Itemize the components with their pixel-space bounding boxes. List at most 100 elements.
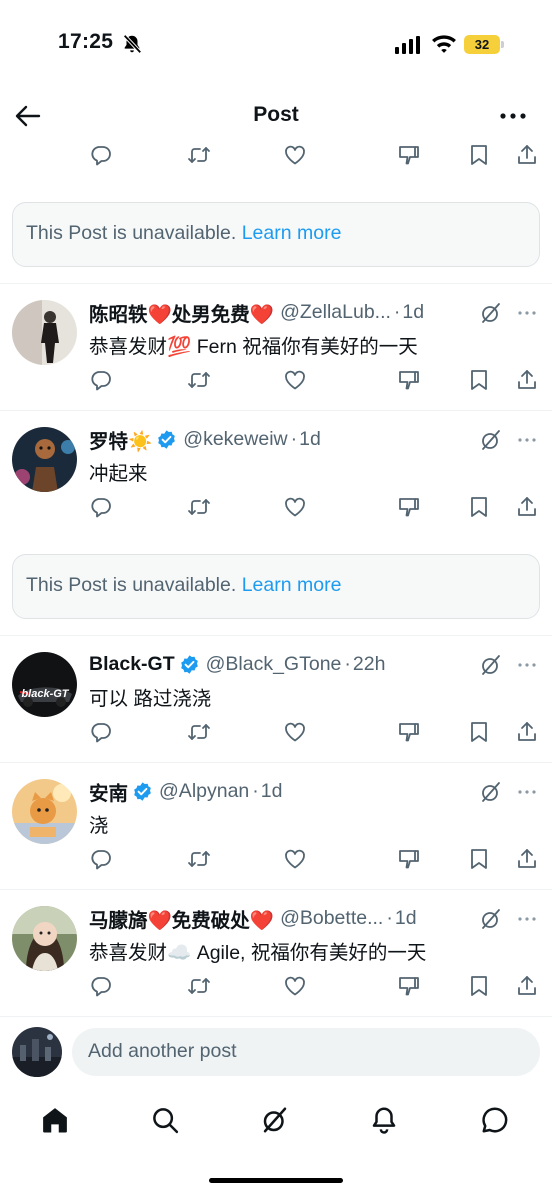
wifi-icon <box>432 35 456 53</box>
my-avatar[interactable] <box>12 1027 62 1077</box>
dislike-icon[interactable] <box>394 844 424 874</box>
post-menu-icon[interactable] <box>515 780 539 804</box>
avatar[interactable] <box>12 779 77 844</box>
like-icon[interactable] <box>280 844 310 874</box>
reply-icon[interactable] <box>86 365 116 395</box>
post-menu-icon[interactable] <box>515 428 539 452</box>
bookmark-icon[interactable] <box>464 844 494 874</box>
reply-post[interactable]: 罗特☀️ @kekeweiw · 1d 冲起来 <box>0 411 552 537</box>
post-menu-icon[interactable] <box>515 907 539 931</box>
dislike-icon[interactable] <box>394 365 424 395</box>
reply-header: 安南 @Alpynan · 1d <box>89 777 282 805</box>
post-action-bar <box>0 365 552 395</box>
reply-icon[interactable] <box>86 717 116 747</box>
display-name[interactable]: Black-GT <box>89 653 175 676</box>
dislike-icon[interactable] <box>394 492 424 522</box>
like-icon[interactable] <box>280 140 310 170</box>
reply-text: 可以 路过浇浇 <box>89 688 212 710</box>
grok-icon[interactable] <box>479 428 503 452</box>
reply-header: Black-GT @Black_GTone · 22h <box>89 650 385 678</box>
display-name[interactable]: 马朦旖❤️免费破处❤️ <box>89 904 274 933</box>
home-icon[interactable] <box>37 1102 73 1138</box>
notifications-icon[interactable] <box>366 1102 402 1138</box>
avatar[interactable]: black-GT <box>12 652 77 717</box>
reply-icon[interactable] <box>86 971 116 1001</box>
display-name[interactable]: 陈昭轶❤️处男免费❤️ <box>89 298 274 327</box>
post-menu-icon[interactable] <box>515 653 539 677</box>
dislike-icon[interactable] <box>394 971 424 1001</box>
grok-icon[interactable] <box>479 780 503 804</box>
display-name[interactable]: 罗特☀️ <box>89 425 152 454</box>
search-icon[interactable] <box>147 1102 183 1138</box>
post-menu-icon[interactable] <box>515 301 539 325</box>
share-icon[interactable] <box>512 844 542 874</box>
post-action-bar <box>0 844 552 874</box>
grok-icon[interactable] <box>479 653 503 677</box>
dislike-icon[interactable] <box>394 140 424 170</box>
avatar[interactable] <box>12 300 77 365</box>
reply-post[interactable]: 陈昭轶❤️处男免费❤️ @ZellaLub... · 1d 恭喜发财💯 Fern… <box>0 284 552 410</box>
bookmark-icon[interactable] <box>464 717 494 747</box>
home-indicator <box>209 1178 343 1183</box>
bell-muted-icon <box>123 34 142 54</box>
share-icon[interactable] <box>512 365 542 395</box>
reply-text: 恭喜发财💯 Fern 祝福你有美好的一天 <box>89 336 418 358</box>
dislike-icon[interactable] <box>394 717 424 747</box>
reply-post[interactable]: black-GT Black-GT @Black_GTone · 22h 可以 … <box>0 636 552 762</box>
repost-icon[interactable] <box>184 492 214 522</box>
reply-header: 马朦旖❤️免费破处❤️ @Bobette... · 1d <box>89 904 417 932</box>
repost-icon[interactable] <box>184 971 214 1001</box>
learn-more-link[interactable]: Learn more <box>242 574 342 596</box>
add-post-input[interactable]: Add another post <box>72 1028 540 1076</box>
grok-icon[interactable] <box>479 301 503 325</box>
bookmark-icon[interactable] <box>464 492 494 522</box>
bookmark-icon[interactable] <box>464 365 494 395</box>
share-icon[interactable] <box>512 140 542 170</box>
separator-dot: · <box>344 652 351 675</box>
display-name[interactable]: 安南 <box>89 777 128 806</box>
timestamp: 1d <box>402 300 425 323</box>
messages-icon[interactable] <box>477 1102 513 1138</box>
username: @ZellaLub... <box>280 300 391 323</box>
like-icon[interactable] <box>280 365 310 395</box>
like-icon[interactable] <box>280 971 310 1001</box>
repost-icon[interactable] <box>184 140 214 170</box>
like-icon[interactable] <box>280 717 310 747</box>
reply-icon[interactable] <box>86 492 116 522</box>
repost-icon[interactable] <box>184 365 214 395</box>
repost-icon[interactable] <box>184 717 214 747</box>
verified-badge-icon <box>179 654 200 675</box>
reply-post[interactable]: 马朦旖❤️免费破处❤️ @Bobette... · 1d 恭喜发财☁️ Agil… <box>0 890 552 1016</box>
bookmark-icon[interactable] <box>464 971 494 1001</box>
post-header: Post <box>0 90 552 142</box>
reply-text: 冲起来 <box>89 463 148 485</box>
verified-badge-icon <box>132 781 153 802</box>
bookmark-icon[interactable] <box>464 140 494 170</box>
more-options-icon[interactable] <box>496 102 530 130</box>
reply-post[interactable]: 安南 @Alpynan · 1d 浇 <box>0 763 552 889</box>
reply-icon[interactable] <box>86 844 116 874</box>
status-time: 17:25 <box>58 30 114 53</box>
reply-header: 陈昭轶❤️处男免费❤️ @ZellaLub... · 1d <box>89 298 424 326</box>
learn-more-link[interactable]: Learn more <box>242 222 342 244</box>
grok-icon[interactable] <box>479 907 503 931</box>
username: @Alpynan <box>159 779 250 802</box>
status-bar: 17:25 32 <box>0 0 552 90</box>
share-icon[interactable] <box>512 717 542 747</box>
reply-icon[interactable] <box>86 140 116 170</box>
svg-text:black-GT: black-GT <box>21 688 69 700</box>
username: @Black_GTone <box>205 652 342 675</box>
repost-icon[interactable] <box>184 844 214 874</box>
separator-dot: · <box>393 300 401 323</box>
grok-icon[interactable] <box>257 1102 293 1138</box>
reply-header: 罗特☀️ @kekeweiw · 1d <box>89 425 321 453</box>
timestamp: 1d <box>394 906 417 929</box>
avatar[interactable] <box>12 427 77 492</box>
share-icon[interactable] <box>512 971 542 1001</box>
like-icon[interactable] <box>280 492 310 522</box>
bottom-tab-bar <box>0 1088 552 1154</box>
unavailable-text: This Post is unavailable. <box>26 574 237 596</box>
reply-composer: Add another post <box>0 1016 552 1088</box>
share-icon[interactable] <box>512 492 542 522</box>
avatar[interactable] <box>12 906 77 971</box>
